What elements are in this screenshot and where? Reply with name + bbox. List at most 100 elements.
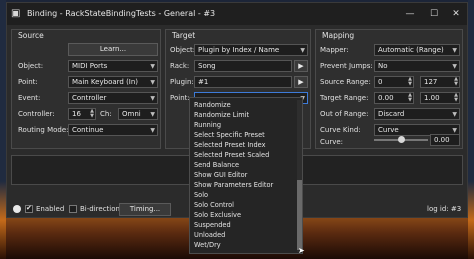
controller-spinbox[interactable]: 16 ▲ ▼ — [68, 108, 96, 120]
spin-arrows-icon: ▲ ▼ — [408, 92, 412, 103]
plugin-combo[interactable]: #1 — [194, 76, 292, 88]
chevron-down-icon: ▼ — [150, 95, 155, 102]
source-range-min-spinbox[interactable]: 0 ▲ ▼ — [374, 76, 414, 88]
target-object-value: Plugin by Index / Name — [198, 46, 280, 54]
plugin-value: #1 — [198, 78, 209, 86]
curve-slider[interactable] — [374, 135, 428, 144]
maximize-button[interactable]: ☐ — [427, 7, 441, 21]
channel-combo[interactable]: Omni ▼ — [118, 108, 158, 120]
plugin-play-button[interactable]: ▶ — [294, 76, 308, 88]
chevron-down-icon: ▼ — [150, 63, 155, 70]
prevent-jumps-label: Prevent Jumps: — [320, 62, 373, 70]
dropdown-item[interactable]: Suspended — [194, 221, 231, 230]
target-title: Target — [172, 31, 196, 40]
enabled-checkbox[interactable] — [25, 204, 33, 213]
dropdown-item[interactable]: Show GUI Editor — [194, 171, 247, 180]
source-point-combo[interactable]: Main Keyboard (In) ▼ — [68, 76, 158, 88]
chevron-down-icon: ▼ — [150, 111, 155, 118]
mapper-value: Automatic (Range) — [378, 46, 444, 54]
target-range-max-value: 1.00 — [424, 94, 440, 102]
dropdown-item[interactable]: Unloaded — [194, 231, 225, 240]
mouse-cursor-icon: ➤ — [298, 246, 305, 255]
channel-label: Ch: — [100, 110, 112, 118]
rack-play-button[interactable]: ▶ — [294, 60, 308, 72]
dropdown-scrollbar-thumb[interactable] — [297, 180, 302, 250]
source-range-max-value: 127 — [424, 78, 438, 86]
dropdown-item[interactable]: Send Balance — [194, 161, 239, 170]
out-of-range-value: Discard — [378, 110, 405, 118]
channel-value: Omni — [122, 110, 141, 118]
target-range-label: Target Range: — [320, 94, 369, 102]
spin-arrows-icon: ▲ ▼ — [408, 76, 412, 87]
enabled-label: Enabled — [36, 205, 65, 213]
target-range-max-spinbox[interactable]: 1.00 ▲ ▼ — [420, 92, 460, 104]
curve-spinbox[interactable]: 0.00 — [430, 134, 460, 146]
source-group: Source Learn... Object: MIDI Ports ▼ Poi… — [11, 29, 161, 149]
curve-kind-label: Curve Kind: — [320, 126, 361, 134]
app-icon: ▣ — [11, 8, 21, 19]
source-object-value: MIDI Ports — [72, 62, 108, 70]
dropdown-item[interactable]: Solo Control — [194, 201, 234, 210]
dropdown-item[interactable]: Solo Exclusive — [194, 211, 241, 220]
minimize-button[interactable]: — — [403, 7, 417, 21]
source-range-label: Source Range: — [320, 78, 371, 86]
routing-mode-value: Continue — [72, 126, 104, 134]
rack-value: Song — [198, 62, 216, 70]
target-point-label: Point: — [170, 94, 190, 102]
dropdown-item[interactable]: Selected Preset Index — [194, 141, 266, 150]
point-dropdown-list[interactable]: Randomize Randomize Limit Running Select Sp… — [189, 97, 303, 254]
mapper-combo[interactable]: Automatic (Range) ▼ — [374, 44, 460, 56]
out-of-range-combo[interactable]: Discard ▼ — [374, 108, 460, 120]
spin-arrows-icon: ▲ ▼ — [90, 108, 94, 119]
timing-button[interactable]: Timing... — [119, 203, 171, 216]
mapping-title: Mapping — [322, 31, 355, 40]
dropdown-item[interactable]: Wet/Dry — [194, 241, 221, 250]
prevent-jumps-combo[interactable]: No ▼ — [374, 60, 460, 72]
source-object-combo[interactable]: MIDI Ports ▼ — [68, 60, 158, 72]
out-of-range-label: Out of Range: — [320, 110, 369, 118]
learn-button[interactable]: Learn... — [68, 43, 158, 56]
target-range-min-spinbox[interactable]: 0.00 ▲ ▼ — [374, 92, 414, 104]
curve-value: 0.00 — [434, 136, 450, 144]
chevron-down-icon: ▼ — [452, 111, 457, 118]
source-range-max-spinbox[interactable]: 127 ▲ ▼ — [420, 76, 460, 88]
dropdown-item[interactable]: Selected Preset Scaled — [194, 151, 269, 160]
routing-mode-combo[interactable]: Continue ▼ — [68, 124, 158, 136]
dropdown-item[interactable]: Solo — [194, 191, 208, 200]
source-event-combo[interactable]: Controller ▼ — [68, 92, 158, 104]
desktop-background-right — [468, 0, 474, 259]
dropdown-item[interactable]: Randomize — [194, 101, 231, 110]
spin-arrows-icon: ▲ ▼ — [454, 76, 458, 87]
plugin-label: Plugin: — [170, 78, 194, 86]
source-event-label: Event: — [18, 94, 41, 102]
target-object-combo[interactable]: Plugin by Index / Name ▼ — [194, 44, 308, 56]
curve-kind-value: Curve — [378, 126, 399, 134]
source-event-value: Controller — [72, 94, 107, 102]
chevron-down-icon: ▼ — [150, 79, 155, 86]
chevron-down-icon: ▼ — [452, 63, 457, 70]
window-title: Binding - RackStateBindingTests - Genera… — [27, 9, 216, 18]
mapper-label: Mapper: — [320, 46, 349, 54]
chevron-down-icon: ▼ — [452, 47, 457, 54]
source-object-label: Object: — [18, 62, 44, 70]
title-bar[interactable]: ▣ Binding - RackStateBindingTests - Gene… — [7, 3, 467, 25]
dropdown-item[interactable]: Randomize Limit — [194, 111, 249, 120]
dropdown-scrollbar[interactable] — [297, 100, 302, 252]
controller-value: 16 — [72, 110, 81, 118]
controller-label: Controller: — [18, 110, 55, 118]
target-object-label: Object: — [170, 46, 196, 54]
source-point-value: Main Keyboard (In) — [72, 78, 139, 86]
source-range-min-value: 0 — [378, 78, 383, 86]
dropdown-item[interactable]: Running — [194, 121, 221, 130]
curve-slider-knob[interactable] — [398, 136, 405, 143]
spin-arrows-icon: ▲ ▼ — [454, 92, 458, 103]
close-button[interactable]: ✕ — [449, 7, 463, 21]
curve-label: Curve: — [320, 138, 344, 146]
dropdown-item[interactable]: Select Specific Preset — [194, 131, 265, 140]
bidirectional-checkbox[interactable] — [69, 205, 77, 213]
status-indicator-icon — [13, 205, 21, 213]
dropdown-item[interactable]: Show Parameters Editor — [194, 181, 273, 190]
prevent-jumps-value: No — [378, 62, 388, 70]
source-point-label: Point: — [18, 78, 38, 86]
rack-combo[interactable]: Song — [194, 60, 292, 72]
